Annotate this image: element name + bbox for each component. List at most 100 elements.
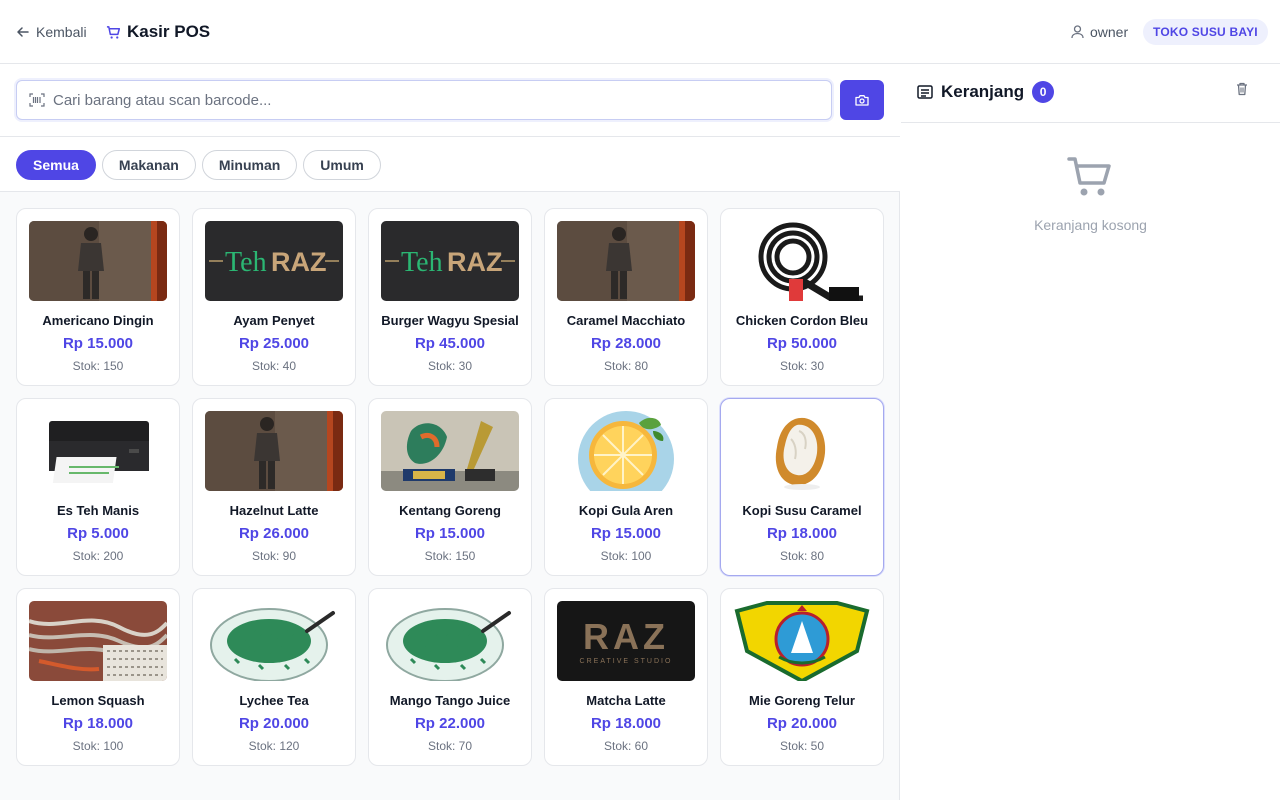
product-name: Americano Dingin: [42, 313, 154, 328]
product-price: Rp 50.000: [766, 335, 838, 352]
product-card-selected[interactable]: Kopi Susu Caramel Rp 18.000 Stok: 80: [720, 398, 884, 576]
svg-text:RAZ: RAZ: [447, 247, 503, 277]
product-stock: Stok: 80: [603, 359, 649, 373]
product-price: Rp 18.000: [62, 715, 134, 732]
product-image: Teh RAZ: [205, 221, 343, 301]
product-price: Rp 18.000: [766, 525, 838, 542]
barcode-icon: [29, 93, 45, 107]
product-price: Rp 15.000: [414, 525, 486, 542]
product-name: Ayam Penyet: [233, 313, 315, 328]
category-umum[interactable]: Umum: [303, 150, 381, 180]
cart-icon: [106, 25, 121, 39]
product-image: [557, 221, 695, 301]
product-stock: Stok: 30: [427, 359, 473, 373]
cart-header: Keranjang 0: [901, 64, 1280, 123]
product-card[interactable]: Teh RAZ Ayam Penyet Rp 25.000 Stok: 40: [192, 208, 356, 386]
product-name: Burger Wagyu Spesial: [381, 313, 519, 328]
product-card[interactable]: Kopi Gula Aren Rp 15.000 Stok: 100: [544, 398, 708, 576]
product-image: [29, 601, 167, 681]
product-stock: Stok: 80: [779, 549, 825, 563]
product-name: Kopi Susu Caramel: [742, 503, 862, 518]
back-label: Kembali: [36, 24, 87, 40]
svg-text:RAZ: RAZ: [271, 247, 327, 277]
shopping-cart-icon: [1067, 154, 1113, 205]
product-stock: Stok: 30: [779, 359, 825, 373]
product-stock: Stok: 50: [779, 739, 825, 753]
product-image: [29, 221, 167, 301]
product-image: RAZ CREATIVE STUDIO: [557, 601, 695, 681]
product-card[interactable]: Lemon Squash Rp 18.000 Stok: 100: [16, 588, 180, 766]
category-minuman[interactable]: Minuman: [201, 150, 298, 180]
product-stock: Stok: 200: [72, 549, 124, 563]
cart-title-text: Keranjang: [941, 82, 1025, 101]
svg-text:CREATIVE STUDIO: CREATIVE STUDIO: [580, 658, 673, 665]
svg-text:Teh: Teh: [401, 247, 443, 278]
product-price: Rp 15.000: [590, 525, 662, 542]
store-badge: TOKO SUSU BAYI: [1143, 19, 1268, 45]
product-card[interactable]: Americano Dingin Rp 15.000 Stok: 150: [16, 208, 180, 386]
product-name: Kentang Goreng: [399, 503, 501, 518]
product-stock: Stok: 150: [424, 549, 476, 563]
product-name: Mango Tango Juice: [389, 693, 511, 708]
product-card[interactable]: Lychee Tea Rp 20.000 Stok: 120: [192, 588, 356, 766]
product-image: [29, 411, 167, 491]
product-image: [733, 601, 871, 681]
product-price: Rp 18.000: [590, 715, 662, 732]
trash-icon: [1237, 82, 1247, 96]
product-name: Lemon Squash: [51, 693, 145, 708]
product-name: Hazelnut Latte: [229, 503, 319, 518]
clear-cart-button[interactable]: [1236, 82, 1252, 100]
product-stock: Stok: 60: [603, 739, 649, 753]
product-card[interactable]: Hazelnut Latte Rp 26.000 Stok: 90: [192, 398, 356, 576]
product-stock: Stok: 120: [248, 739, 300, 753]
product-image: [733, 411, 871, 491]
camera-icon: [855, 95, 869, 106]
product-image: Teh RAZ: [381, 221, 519, 301]
category-makanan[interactable]: Makanan: [101, 150, 196, 180]
product-stock: Stok: 100: [72, 739, 124, 753]
product-card[interactable]: RAZ CREATIVE STUDIO Matcha Latte Rp 18.00…: [544, 588, 708, 766]
arrow-left-icon: [17, 27, 29, 37]
product-card[interactable]: Mango Tango Juice Rp 22.000 Stok: 70: [368, 588, 532, 766]
cart-title: Keranjang 0: [917, 81, 1055, 103]
product-price: Rp 20.000: [766, 715, 838, 732]
search-bar: [0, 64, 900, 137]
cart-count-badge: 0: [1032, 81, 1055, 103]
product-price: Rp 28.000: [590, 335, 662, 352]
search-input[interactable]: [53, 91, 813, 109]
receipt-icon: [917, 85, 933, 99]
product-price: Rp 45.000: [414, 335, 486, 352]
product-card[interactable]: Teh RAZ Burger Wagyu Spesial Rp 45.000 St…: [368, 208, 532, 386]
product-name: Lychee Tea: [239, 693, 309, 708]
product-name: Es Teh Manis: [56, 503, 140, 518]
product-name: Chicken Cordon Bleu: [735, 313, 869, 328]
user-menu[interactable]: owner: [1071, 22, 1128, 42]
product-price: Rp 20.000: [238, 715, 310, 732]
product-card[interactable]: Kentang Goreng Rp 15.000 Stok: 150: [368, 398, 532, 576]
product-image: [205, 411, 343, 491]
product-card[interactable]: Chicken Cordon Bleu Rp 50.000 Stok: 30: [720, 208, 884, 386]
product-image: [381, 411, 519, 491]
product-card[interactable]: Mie Goreng Telur Rp 20.000 Stok: 50: [720, 588, 884, 766]
product-stock: Stok: 90: [251, 549, 297, 563]
product-stock: Stok: 100: [600, 549, 652, 563]
app-header: Kembali Kasir POS owner TOKO SUSU BAYI: [0, 0, 1280, 64]
svg-text:Teh: Teh: [225, 247, 267, 278]
product-panel: Semua Makanan Minuman Umum Americano Din…: [0, 64, 900, 800]
product-image: [557, 411, 695, 491]
page-title: Kasir POS: [106, 20, 210, 44]
product-card[interactable]: Es Teh Manis Rp 5.000 Stok: 200: [16, 398, 180, 576]
search-box[interactable]: [16, 80, 832, 120]
cart-empty-message: Keranjang kosong: [1034, 217, 1147, 233]
product-price: Rp 25.000: [238, 335, 310, 352]
product-name: Matcha Latte: [586, 693, 666, 708]
user-icon: [1071, 25, 1084, 39]
product-name: Caramel Macchiato: [566, 313, 686, 328]
camera-scan-button[interactable]: [840, 80, 884, 120]
category-semua[interactable]: Semua: [16, 150, 96, 180]
product-price: Rp 26.000: [238, 525, 310, 542]
back-button[interactable]: Kembali: [16, 22, 87, 42]
product-card[interactable]: Caramel Macchiato Rp 28.000 Stok: 80: [544, 208, 708, 386]
page-title-text: Kasir POS: [127, 22, 211, 41]
product-price: Rp 22.000: [414, 715, 486, 732]
